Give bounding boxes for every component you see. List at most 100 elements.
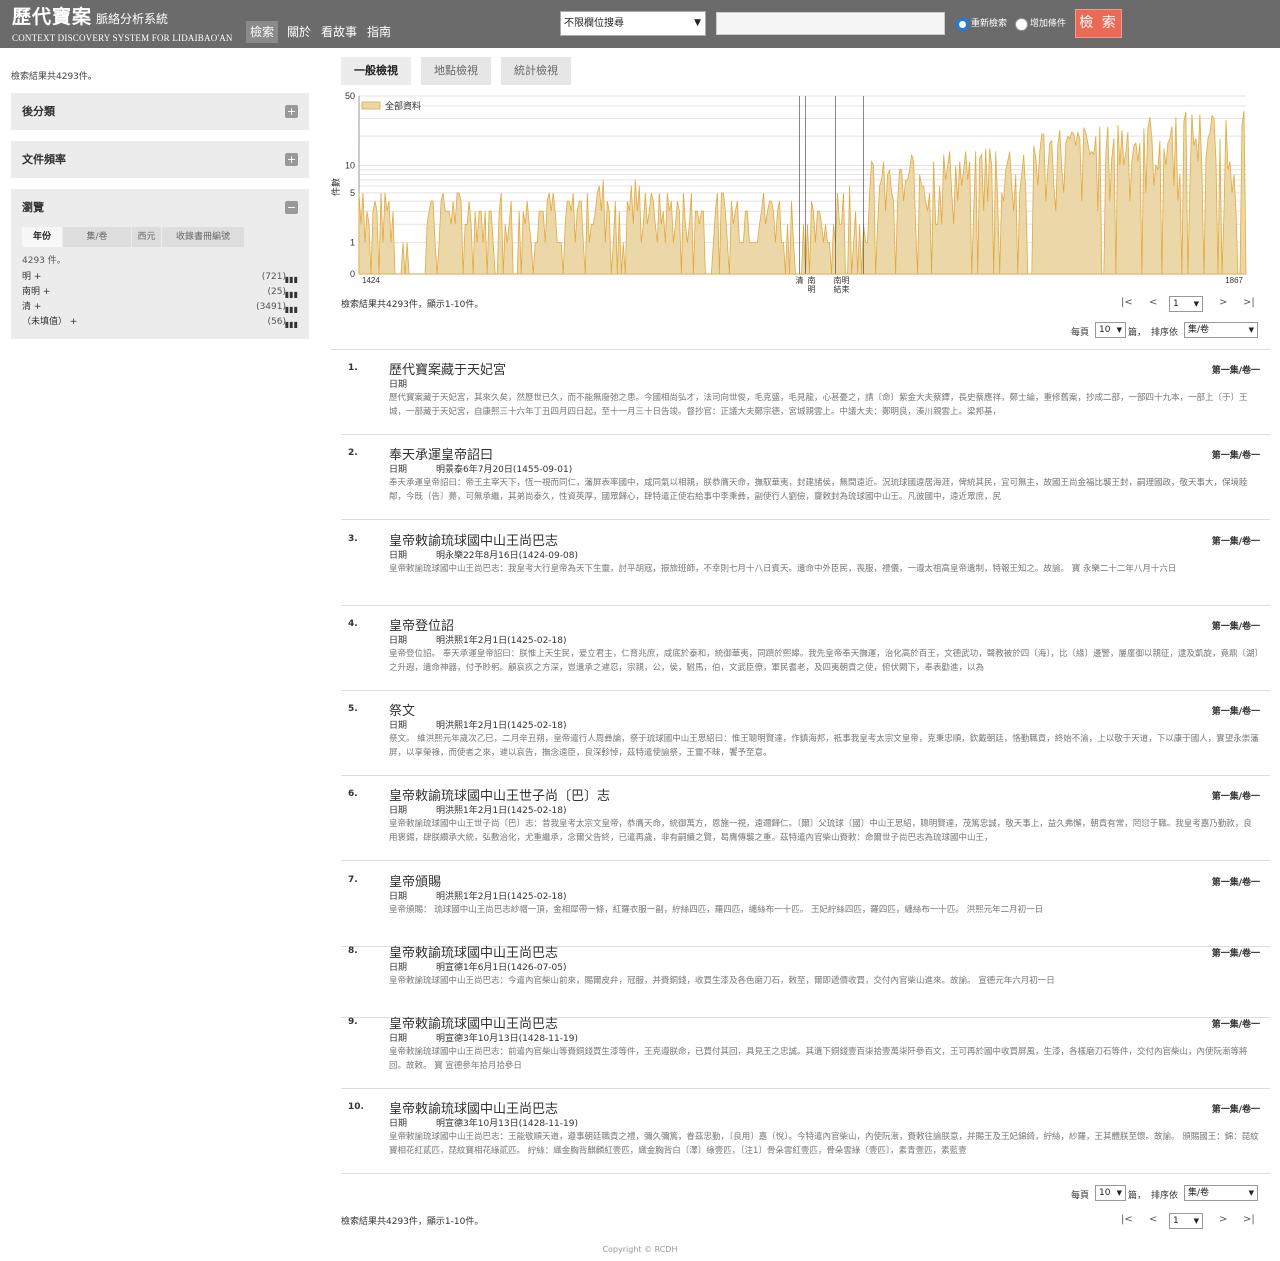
radio-new-search[interactable] — [956, 18, 969, 31]
result-snippet: 皇帝敕諭琉球國中山王尚巴志：王能敬順天道，遵事朝廷職貢之禮，彌久彌篤，眷茲忠勤，… — [389, 1132, 1259, 1156]
result-title-link[interactable]: 歷代寶案藏于天妃宮 — [389, 359, 506, 378]
era-label-qing: 清 — [795, 275, 803, 285]
result-title-link[interactable]: 皇帝敕諭琉球國中山王尚巴志 — [389, 1013, 558, 1032]
footer-copyright: Copyright © RCDH — [602, 1245, 678, 1254]
result-date-label: 日期 — [389, 892, 408, 902]
result-title-link[interactable]: 皇帝登位詔 — [389, 615, 454, 634]
sort-select[interactable]: 集/卷 ▼ — [1184, 322, 1258, 338]
browse-tab-year[interactable]: 年份 — [22, 227, 62, 247]
left-result-summary: 檢索結果共4293件。 — [11, 72, 97, 82]
radio-new-search-label: 重新檢索 — [971, 19, 1008, 29]
site-logo[interactable]: 歷代寶案 脈絡分析系統 CONTEXT DISCOVERY SYSTEM FOR … — [12, 6, 233, 43]
browse-tab-book-number[interactable]: 收錄書冊編號 — [162, 227, 244, 247]
collapse-icon[interactable]: − — [285, 201, 298, 214]
pager-page-select[interactable]: 1 ▼ — [1169, 1213, 1203, 1229]
logo-subtitle: 脈絡分析系統 — [96, 12, 169, 26]
pager-page-select[interactable]: 1 ▼ — [1169, 296, 1203, 312]
result-date-label: 日期 — [389, 806, 408, 816]
pager-prev-button[interactable]: < — [1149, 1214, 1157, 1225]
results-summary-bottom: 檢索結果共4293件，顯示1-10件。 — [341, 1217, 484, 1227]
result-date-label: 日期 — [389, 963, 408, 973]
tab-general-view[interactable]: 一般檢視 — [341, 57, 411, 85]
browse-row-ming[interactable]: 明 + (721) ▮▮▮ — [22, 270, 298, 284]
sort-label: 排序依 — [1151, 328, 1179, 338]
result-volume: 第一集/卷一 — [1211, 792, 1260, 802]
sort-select[interactable]: 集/卷 ▼ — [1184, 1185, 1258, 1201]
tab-location-view[interactable]: 地點檢視 — [421, 57, 491, 85]
browse-tab-western-year[interactable]: 西元 — [132, 227, 161, 247]
result-title-link[interactable]: 皇帝敕諭琉球國中山王尚巴志 — [389, 942, 558, 961]
pager-last-button[interactable]: >| — [1243, 1214, 1255, 1225]
pager-next-button[interactable]: > — [1219, 297, 1227, 308]
result-item: 4. 皇帝登位詔 第一集/卷一 日期 明洪熙1年2月1日(1425-02-18) 皇帝登位… — [341, 619, 1270, 679]
browse-row-unfilled[interactable]: （未填值） + (56) ▮▮▮ — [22, 315, 298, 329]
result-number: 4. — [348, 619, 358, 629]
chart-plot: 0151050件數清 南明南明結束1424 1867全部資料 — [330, 92, 1247, 294]
result-divider — [341, 1088, 1270, 1089]
bar-chart-icon[interactable]: ▮▮▮ — [285, 318, 298, 332]
result-number: 6. — [348, 789, 358, 799]
result-divider — [341, 519, 1270, 520]
browse-row-qing[interactable]: 清 + (3491) ▮▮▮ — [22, 300, 298, 314]
result-date-label: 日期 — [389, 380, 408, 390]
browse-row-nanming[interactable]: 南明 + (25) ▮▮▮ — [22, 285, 298, 299]
page-size-unit: 篇， — [1128, 1191, 1147, 1201]
tab-statistics-view[interactable]: 統計檢視 — [501, 57, 571, 85]
radio-add-condition[interactable] — [1015, 18, 1028, 31]
nav-search[interactable]: 檢索 — [246, 21, 279, 43]
result-title-link[interactable]: 皇帝敕諭琉球國中山王世子尚〔巴〕志 — [389, 785, 610, 804]
year-frequency-chart[interactable]: 0151050件數清 南明南明結束1424 1867全部資料 — [330, 92, 1260, 297]
field-select[interactable]: 不限欄位搜尋 ▼ — [560, 11, 706, 36]
pager-first-button[interactable]: |< — [1121, 297, 1133, 308]
expand-icon[interactable]: + — [285, 105, 298, 118]
result-title-link[interactable]: 祭文 — [389, 700, 415, 719]
result-title-link[interactable]: 皇帝頒賜 — [389, 871, 441, 890]
result-item: 3. 皇帝敕諭琉球國中山王尚巴志 第一集/卷一 日期 明永樂22年8月16日(1424-… — [341, 534, 1270, 594]
search-input[interactable] — [716, 12, 945, 35]
result-date-label: 日期 — [389, 636, 408, 646]
result-title-link[interactable]: 皇帝敕諭琉球國中山王尚巴志 — [389, 1098, 558, 1117]
pager-first-button[interactable]: |< — [1121, 1214, 1133, 1225]
result-date-label: 日期 — [389, 1119, 408, 1129]
page-size-label: 每頁 — [1071, 1191, 1090, 1201]
result-snippet: 歷代寶案藏于天妃宮，其來久矣，然歷世已久，而不能無廢弛之患。今國相尚弘才，法司向… — [389, 393, 1248, 417]
result-item: 9. 皇帝敕諭琉球國中山王尚巴志 第一集/卷一 日期 明宣德3年10月13日(1428-… — [341, 1017, 1270, 1077]
result-snippet: 皇帝敕諭琉球國中山王尚巴志：我皇考大行皇帝為天下生靈，討平胡寇，振旅班師，不幸則… — [389, 564, 1177, 574]
page-size-select[interactable]: 10 ▼ — [1095, 1185, 1126, 1201]
browse-tab-volume[interactable]: 集/卷 — [63, 227, 131, 247]
search-button[interactable]: 檢 索 — [1075, 9, 1122, 38]
result-volume: 第一集/卷一 — [1211, 1020, 1260, 1030]
panel-frequency-title: 文件頻率 — [22, 153, 66, 166]
result-date-label: 日期 — [389, 721, 408, 731]
expand-icon[interactable]: + — [285, 153, 298, 166]
y-tick-label: 10 — [345, 160, 355, 170]
result-item: 5. 祭文 第一集/卷一 日期 明洪熙1年2月1日(1425-02-18) 祭文。 維洪熙… — [341, 704, 1270, 764]
radio-add-condition-label: 增加條件 — [1030, 19, 1067, 29]
page-size-select[interactable]: 10 ▼ — [1095, 322, 1126, 338]
result-title-link[interactable]: 皇帝敕諭琉球國中山王尚巴志 — [389, 530, 558, 549]
logo-title: 歷代寶案 — [12, 6, 93, 28]
nav-about[interactable]: 關於 — [283, 21, 315, 43]
result-snippet: 奉天承運皇帝詔曰：帝王主宰天下，恆一視而同仁，藩屏表率國中，咸同氣以相親，朕恭膺… — [389, 478, 1248, 502]
result-item: 2. 奉天承運皇帝詔曰 第一集/卷一 日期 明景泰6年7月20日(1455-09-01)… — [341, 448, 1270, 508]
pager-last-button[interactable]: >| — [1243, 297, 1255, 308]
result-date: 明洪熙1年2月1日(1425-02-18) — [436, 892, 567, 902]
result-date: 明洪熙1年2月1日(1425-02-18) — [436, 806, 567, 816]
result-volume: 第一集/卷一 — [1211, 622, 1260, 632]
result-date: 明宣德3年10月13日(1428-11-19) — [436, 1034, 578, 1044]
panel-frequency[interactable]: 文件頻率 + — [11, 141, 309, 178]
pager-next-button[interactable]: > — [1219, 1214, 1227, 1225]
result-number: 8. — [348, 946, 358, 956]
pager-prev-button[interactable]: < — [1149, 297, 1157, 308]
result-divider — [341, 605, 1270, 606]
chevron-down-icon: ▼ — [1248, 326, 1254, 334]
panel-categorize[interactable]: 後分類 + — [11, 93, 309, 130]
result-snippet: 皇帝敕諭琉球國中山王尚巴志：前遣內官柴山等賚銅錢買生漆等件，王克遵朕命，已買付其… — [389, 1047, 1248, 1071]
result-item: 6. 皇帝敕諭琉球國中山王世子尚〔巴〕志 第一集/卷一 日期 明洪熙1年2月1日(142… — [341, 789, 1270, 849]
nav-guide[interactable]: 指南 — [363, 21, 395, 43]
y-tick-label: 1 — [350, 238, 355, 248]
result-date-label: 日期 — [389, 551, 408, 561]
result-title-link[interactable]: 奉天承運皇帝詔曰 — [389, 444, 493, 463]
nav-stories[interactable]: 看故事 — [317, 21, 361, 43]
chevron-down-icon: ▼ — [1193, 300, 1199, 308]
